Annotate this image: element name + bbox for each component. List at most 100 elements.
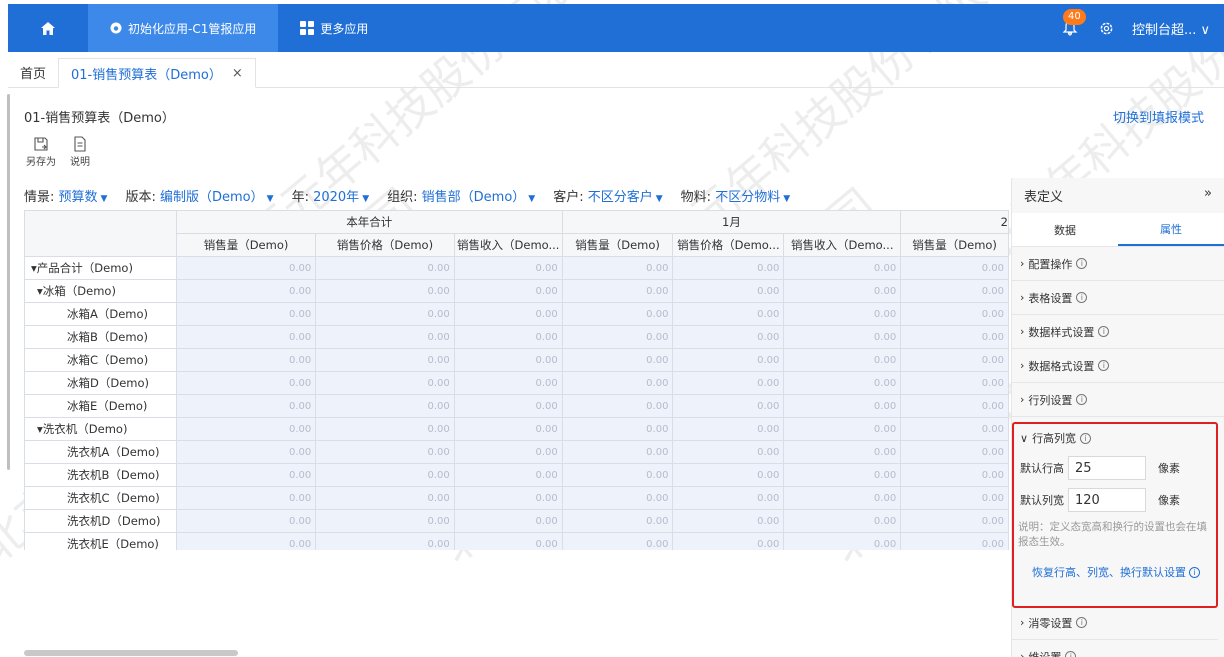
col-width-input[interactable] <box>1068 488 1146 512</box>
table-cell[interactable]: 0.00 <box>315 371 455 395</box>
table-cell[interactable]: 0.00 <box>900 256 1009 280</box>
table-cell[interactable]: 0.00 <box>315 509 455 533</box>
table-cell[interactable]: 0.00 <box>783 394 902 418</box>
tab-data[interactable]: 数据 <box>1012 213 1118 246</box>
table-cell[interactable]: 0.00 <box>900 417 1009 441</box>
table-cell[interactable]: 0.00 <box>561 279 674 303</box>
table-cell[interactable]: 0.00 <box>672 440 785 464</box>
table-cell[interactable]: 0.00 <box>783 371 902 395</box>
table-cell[interactable]: 0.00 <box>672 302 785 326</box>
table-cell[interactable]: 0.00 <box>561 302 674 326</box>
table-cell[interactable]: 0.00 <box>561 417 674 441</box>
table-cell[interactable]: 0.00 <box>561 256 674 280</box>
table-cell[interactable]: 0.00 <box>175 486 317 510</box>
column-header[interactable]: 销售量（Demo) <box>900 233 1009 257</box>
table-cell[interactable]: 0.00 <box>672 348 785 372</box>
table-cell[interactable]: 0.00 <box>175 463 317 487</box>
filter-item[interactable]: 年: 2020年 ▼ <box>292 186 370 205</box>
table-cell[interactable]: 0.00 <box>453 509 563 533</box>
table-cell[interactable]: 0.00 <box>453 279 563 303</box>
panel-section[interactable]: › 配置操作 i <box>1012 247 1224 281</box>
table-cell[interactable]: 0.00 <box>175 440 317 464</box>
table-cell[interactable]: 0.00 <box>453 532 563 550</box>
table-cell[interactable]: 0.00 <box>175 532 317 550</box>
table-cell[interactable]: 0.00 <box>315 279 455 303</box>
table-cell[interactable]: 0.00 <box>783 256 902 280</box>
table-cell[interactable]: 0.00 <box>315 486 455 510</box>
table-cell[interactable]: 0.00 <box>175 371 317 395</box>
table-cell[interactable]: 0.00 <box>315 348 455 372</box>
table-cell[interactable]: 0.00 <box>315 256 455 280</box>
table-cell[interactable]: 0.00 <box>900 302 1009 326</box>
table-cell[interactable]: 0.00 <box>783 325 902 349</box>
column-header[interactable]: 销售量（Demo) <box>175 233 317 257</box>
tab-properties[interactable]: 属性 <box>1118 213 1224 246</box>
table-cell[interactable]: 0.00 <box>453 417 563 441</box>
table-cell[interactable]: 0.00 <box>561 486 674 510</box>
panel-section[interactable]: › 行列设置 i <box>1012 383 1224 417</box>
close-icon[interactable]: × <box>232 66 243 81</box>
table-cell[interactable]: 0.00 <box>561 348 674 372</box>
table-cell[interactable]: 0.00 <box>783 440 902 464</box>
table-cell[interactable]: 0.00 <box>900 325 1009 349</box>
table-cell[interactable]: 0.00 <box>453 325 563 349</box>
table-cell[interactable]: 0.00 <box>315 440 455 464</box>
row-col-size-header[interactable]: ∨ 行高列宽 i <box>1014 424 1216 452</box>
save-as-button[interactable]: 另存为 <box>26 136 56 168</box>
filter-item[interactable]: 客户: 不区分客户 ▼ <box>553 186 662 205</box>
table-cell[interactable]: 0.00 <box>453 463 563 487</box>
row-header[interactable]: 洗衣机D（Demo) <box>24 509 177 533</box>
gear-icon[interactable] <box>1099 21 1114 36</box>
table-cell[interactable]: 0.00 <box>900 394 1009 418</box>
table-cell[interactable]: 0.00 <box>175 417 317 441</box>
row-height-input[interactable] <box>1068 456 1146 480</box>
table-cell[interactable]: 0.00 <box>672 486 785 510</box>
table-cell[interactable]: 0.00 <box>453 348 563 372</box>
table-cell[interactable]: 0.00 <box>561 394 674 418</box>
table-cell[interactable]: 0.00 <box>672 394 785 418</box>
table-cell[interactable]: 0.00 <box>672 463 785 487</box>
table-cell[interactable]: 0.00 <box>315 394 455 418</box>
table-cell[interactable]: 0.00 <box>561 532 674 550</box>
table-cell[interactable]: 0.00 <box>900 348 1009 372</box>
table-cell[interactable]: 0.00 <box>900 279 1009 303</box>
table-cell[interactable]: 0.00 <box>453 440 563 464</box>
table-cell[interactable]: 0.00 <box>175 509 317 533</box>
table-cell[interactable]: 0.00 <box>315 417 455 441</box>
switch-mode-link[interactable]: 切换到填报模式 <box>1113 107 1204 126</box>
restore-defaults-link[interactable]: 恢复行高、列宽、换行默认设置 i <box>1014 554 1216 580</box>
panel-section[interactable]: › 数据样式设置 i <box>1012 315 1224 349</box>
table-cell[interactable]: 0.00 <box>561 371 674 395</box>
column-header[interactable]: 销售收入（Demo... <box>453 233 563 257</box>
row-header[interactable]: 冰箱A（Demo) <box>24 302 177 326</box>
filter-item[interactable]: 情景: 预算数 ▼ <box>24 186 107 205</box>
table-cell[interactable]: 0.00 <box>453 371 563 395</box>
row-header[interactable]: 洗衣机B（Demo) <box>24 463 177 487</box>
table-cell[interactable]: 0.00 <box>453 302 563 326</box>
table-cell[interactable]: 0.00 <box>175 325 317 349</box>
table-cell[interactable]: 0.00 <box>783 302 902 326</box>
row-header[interactable]: 冰箱D（Demo) <box>24 371 177 395</box>
table-cell[interactable]: 0.00 <box>453 486 563 510</box>
table-cell[interactable]: 0.00 <box>783 532 902 550</box>
row-header[interactable]: 冰箱E（Demo) <box>24 394 177 418</box>
table-cell[interactable]: 0.00 <box>672 417 785 441</box>
row-header[interactable]: ▾产品合计（Demo) <box>24 256 177 280</box>
panel-section[interactable]: › 表格设置 i <box>1012 281 1224 315</box>
table-cell[interactable]: 0.00 <box>783 348 902 372</box>
description-button[interactable]: 说明 <box>70 136 90 168</box>
app-tab[interactable]: 初始化应用-C1管报应用 <box>88 4 279 52</box>
table-cell[interactable]: 0.00 <box>672 325 785 349</box>
more-apps-button[interactable]: 更多应用 <box>278 4 390 52</box>
row-header[interactable]: ▾洗衣机（Demo) <box>24 417 177 441</box>
tab-sales-budget[interactable]: 01-销售预算表（Demo） × <box>58 58 256 88</box>
filter-item[interactable]: 版本: 编制版（Demo） ▼ <box>125 186 273 205</box>
table-cell[interactable]: 0.00 <box>783 463 902 487</box>
table-cell[interactable]: 0.00 <box>900 509 1009 533</box>
user-menu[interactable]: 控制台超... ∨ <box>1132 19 1210 38</box>
panel-section[interactable]: › 数据格式设置 i <box>1012 349 1224 383</box>
table-cell[interactable]: 0.00 <box>900 463 1009 487</box>
row-header[interactable]: 冰箱B（Demo) <box>24 325 177 349</box>
column-header[interactable]: 销售收入（Demo... <box>783 233 902 257</box>
table-cell[interactable]: 0.00 <box>175 302 317 326</box>
